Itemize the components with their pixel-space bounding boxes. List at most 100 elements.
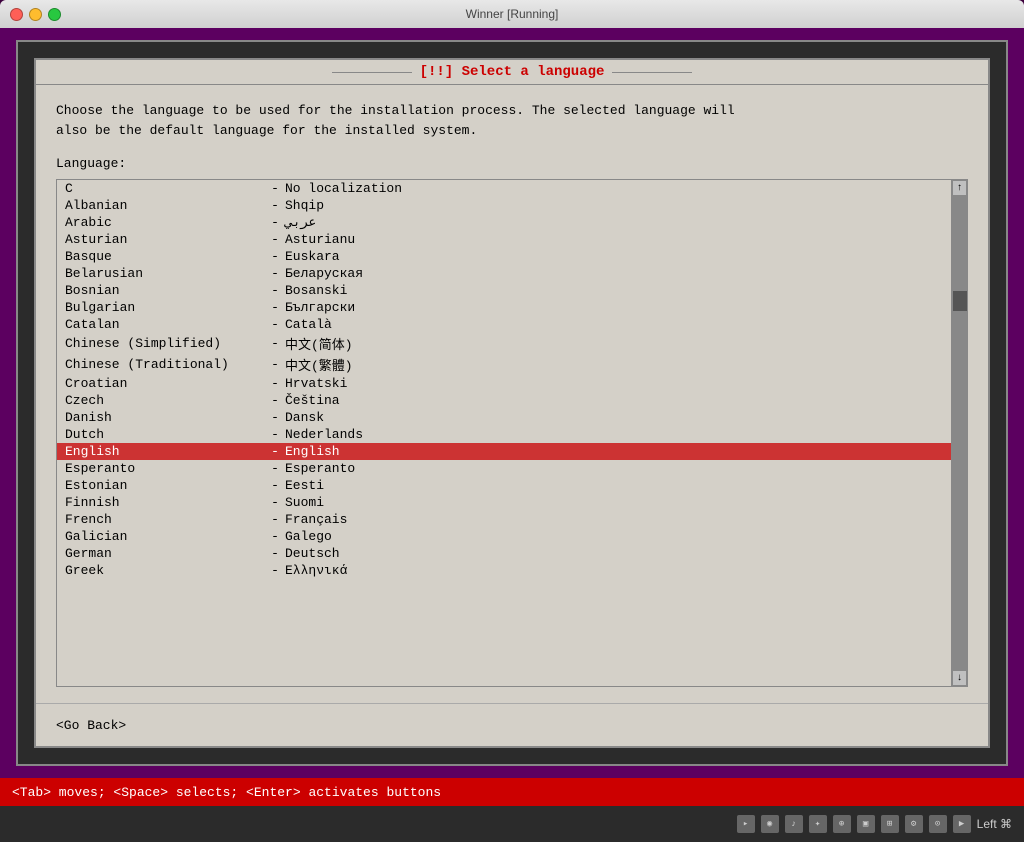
language-row[interactable]: Bosnian-Bosanski [57, 282, 951, 299]
lang-name: Basque [65, 249, 265, 264]
lang-name: Catalan [65, 317, 265, 332]
lang-sep: - [265, 181, 285, 196]
language-row[interactable]: Finnish-Suomi [57, 494, 951, 511]
lang-sep: - [265, 232, 285, 247]
wifi-icon: ▸ [737, 815, 755, 833]
lang-native: Eesti [285, 478, 324, 493]
description-text: Choose the language to be used for the i… [56, 101, 968, 140]
lang-sep: - [265, 444, 285, 459]
dialog-title-bar: [!!] Select a language [36, 60, 988, 85]
language-row[interactable]: Greek-Ελληνικά [57, 562, 951, 579]
language-row[interactable]: English-English [57, 443, 951, 460]
language-row[interactable]: Croatian-Hrvatski [57, 375, 951, 392]
lang-native: Català [285, 317, 332, 332]
lang-native: Shqip [285, 198, 324, 213]
language-row[interactable]: Danish-Dansk [57, 409, 951, 426]
language-row[interactable]: Arabic-عربي [57, 214, 951, 231]
lang-sep: - [265, 215, 285, 230]
main-area: [!!] Select a language Choose the langua… [0, 28, 1024, 778]
language-row[interactable]: German-Deutsch [57, 545, 951, 562]
lang-name: Arabic [65, 215, 265, 230]
lang-native: Euskara [285, 249, 340, 264]
scroll-up-arrow[interactable]: ↑ [952, 180, 967, 196]
status-bar: <Tab> moves; <Space> selects; <Enter> ac… [0, 778, 1024, 806]
maximize-button[interactable] [48, 8, 61, 21]
lang-sep: - [265, 249, 285, 264]
lang-sep: - [265, 283, 285, 298]
language-row[interactable]: Chinese (Traditional)-中文(繁體) [57, 354, 951, 375]
lang-name: Greek [65, 563, 265, 578]
lang-name: Belarusian [65, 266, 265, 281]
language-row[interactable]: Dutch-Nederlands [57, 426, 951, 443]
language-list[interactable]: C-No localizationAlbanian-ShqipArabic-عر… [57, 180, 951, 686]
language-row[interactable]: Bulgarian-Български [57, 299, 951, 316]
volume-icon: ♪ [785, 815, 803, 833]
close-button[interactable] [10, 8, 23, 21]
title-decoration-left [332, 72, 412, 73]
go-back-button[interactable]: <Go Back> [56, 718, 126, 733]
lang-native: Esperanto [285, 461, 355, 476]
lang-name: Bosnian [65, 283, 265, 298]
lang-native: عربي [285, 215, 316, 230]
scrollbar-thumb[interactable] [953, 291, 967, 311]
lang-name: Bulgarian [65, 300, 265, 315]
lang-sep: - [265, 461, 285, 476]
language-row[interactable]: Basque-Euskara [57, 248, 951, 265]
lang-native: Беларуская [285, 266, 363, 281]
dialog-footer: <Go Back> [36, 703, 988, 746]
lang-native: Hrvatski [285, 376, 347, 391]
lang-sep: - [265, 563, 285, 578]
language-row[interactable]: Czech-Čeština [57, 392, 951, 409]
lang-sep: - [265, 529, 285, 544]
settings-icon: ⚙ [905, 815, 923, 833]
lang-sep: - [265, 376, 285, 391]
scroll-down-arrow[interactable]: ↓ [952, 670, 967, 686]
lang-native: No localization [285, 181, 402, 196]
lang-name: Dutch [65, 427, 265, 442]
lang-name: C [65, 181, 265, 196]
language-row[interactable]: Belarusian-Беларуская [57, 265, 951, 282]
lang-name: French [65, 512, 265, 527]
lang-native: Български [285, 300, 355, 315]
lang-native: Čeština [285, 393, 340, 408]
lang-name: Albanian [65, 198, 265, 213]
lang-name: Finnish [65, 495, 265, 510]
language-row[interactable]: Asturian-Asturianu [57, 231, 951, 248]
lang-native: Asturianu [285, 232, 355, 247]
lang-sep: - [265, 317, 285, 332]
lang-sep: - [265, 512, 285, 527]
lang-sep: - [265, 478, 285, 493]
lang-sep: - [265, 546, 285, 561]
bluetooth-icon: ✦ [809, 815, 827, 833]
lang-sep: - [265, 300, 285, 315]
language-row[interactable]: Galician-Galego [57, 528, 951, 545]
language-row[interactable]: Esperanto-Esperanto [57, 460, 951, 477]
minimize-button[interactable] [29, 8, 42, 21]
lang-native: Dansk [285, 410, 324, 425]
apps-icon: ⊞ [881, 815, 899, 833]
language-row[interactable]: C-No localization [57, 180, 951, 197]
language-row[interactable]: Albanian-Shqip [57, 197, 951, 214]
bottom-bar: ▸ ◉ ♪ ✦ ⊕ ▣ ⊞ ⚙ ⊙ ▶ Left ⌘ [0, 806, 1024, 842]
lang-sep: - [265, 266, 285, 281]
titlebar-buttons [10, 8, 61, 21]
scrollbar[interactable]: ↑ ↓ [951, 180, 967, 686]
lang-native: Deutsch [285, 546, 340, 561]
lang-sep: - [265, 495, 285, 510]
language-row[interactable]: Catalan-Català [57, 316, 951, 333]
battery-icon: ◉ [761, 815, 779, 833]
language-row[interactable]: Estonian-Eesti [57, 477, 951, 494]
window-title: Winner [Running] [466, 7, 559, 21]
scrollbar-track [952, 196, 967, 670]
lang-name: German [65, 546, 265, 561]
lang-name: Czech [65, 393, 265, 408]
terminal-window: [!!] Select a language Choose the langua… [16, 40, 1008, 766]
language-row[interactable]: French-Français [57, 511, 951, 528]
title-decoration-right [612, 72, 692, 73]
language-row[interactable]: Chinese (Simplified)-中文(简体) [57, 333, 951, 354]
lang-sep: - [265, 357, 285, 372]
lang-sep: - [265, 393, 285, 408]
lang-sep: - [265, 336, 285, 351]
lang-native: Français [285, 512, 347, 527]
lang-sep: - [265, 410, 285, 425]
